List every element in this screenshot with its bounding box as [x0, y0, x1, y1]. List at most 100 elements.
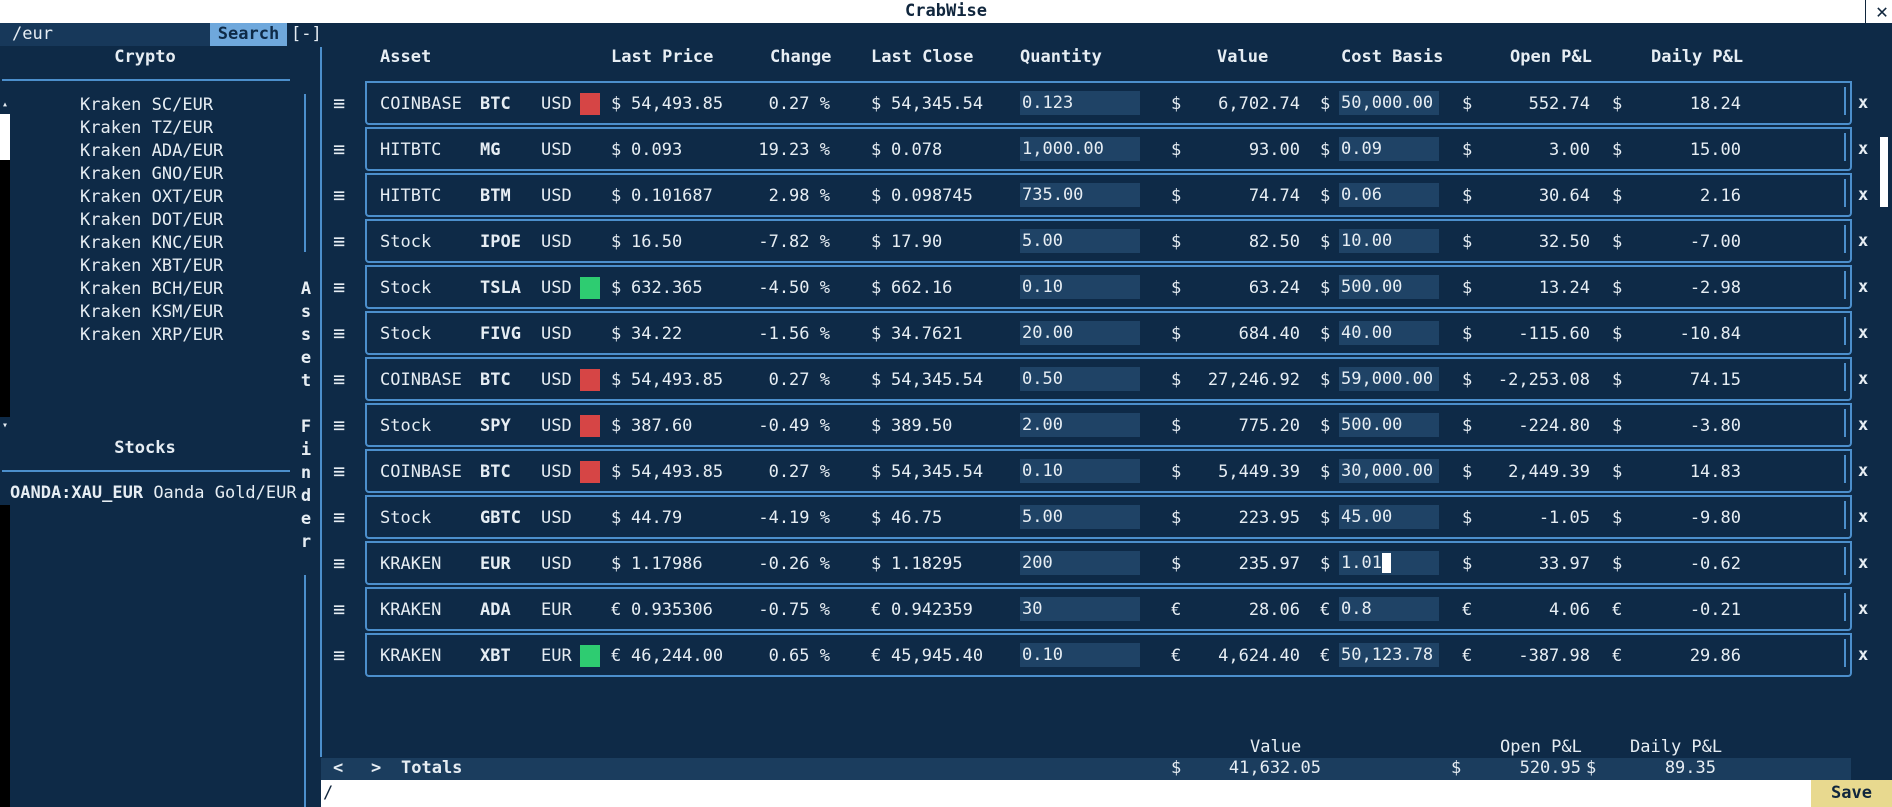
- cost-basis-input[interactable]: 45.00: [1339, 505, 1439, 529]
- daily-pnl: -0.21: [1689, 600, 1741, 620]
- last-close-currency: $: [871, 462, 882, 482]
- value-currency: $: [1171, 232, 1182, 252]
- remove-row-button[interactable]: x: [1858, 139, 1868, 159]
- remove-divider: [1844, 271, 1846, 299]
- remove-row-button[interactable]: x: [1858, 599, 1868, 619]
- drag-handle-icon[interactable]: ≡: [333, 229, 345, 253]
- quantity-input[interactable]: 0.10: [1020, 459, 1140, 483]
- prev-page-button[interactable]: <: [333, 758, 343, 778]
- value: 28.06: [1248, 600, 1300, 620]
- quantity-input[interactable]: 1,000.00: [1020, 137, 1140, 161]
- daily-pnl-currency: $: [1612, 462, 1623, 482]
- header-asset: Asset: [380, 47, 432, 67]
- quantity-input[interactable]: 0.123: [1020, 91, 1140, 115]
- open-pnl: -224.80: [1518, 416, 1590, 436]
- open-pnl: 33.97: [1538, 554, 1590, 574]
- remove-row-button[interactable]: x: [1858, 415, 1868, 435]
- last-close-currency: $: [871, 508, 882, 528]
- drag-handle-icon[interactable]: ≡: [333, 183, 345, 207]
- daily-pnl: 14.83: [1689, 462, 1741, 482]
- currency: USD: [541, 140, 572, 160]
- drag-handle-icon[interactable]: ≡: [333, 505, 345, 529]
- value-currency: $: [1171, 508, 1182, 528]
- drag-handle-icon[interactable]: ≡: [333, 137, 345, 161]
- next-page-button[interactable]: >: [371, 758, 381, 778]
- close-icon[interactable]: ✕: [1876, 0, 1888, 23]
- cost-basis-input[interactable]: 40.00: [1339, 321, 1439, 345]
- cost-basis-input[interactable]: 59,000.00: [1339, 367, 1439, 391]
- remove-row-button[interactable]: x: [1858, 553, 1868, 573]
- search-input[interactable]: /eur: [0, 23, 210, 46]
- drag-handle-icon[interactable]: ≡: [333, 643, 345, 667]
- command-input[interactable]: /: [321, 780, 1811, 807]
- symbol: BTC: [480, 462, 511, 482]
- cost-basis-input[interactable]: 500.00: [1339, 275, 1439, 299]
- quantity-input[interactable]: 2.00: [1020, 413, 1140, 437]
- last-close-currency: €: [871, 600, 882, 620]
- quantity-input[interactable]: 20.00: [1020, 321, 1140, 345]
- header-quantity: Quantity: [1020, 47, 1102, 67]
- daily-pnl: 18.24: [1689, 94, 1741, 114]
- quantity-input[interactable]: 0.10: [1020, 275, 1140, 299]
- cost-basis-input[interactable]: 0.09: [1339, 137, 1439, 161]
- quantity-input[interactable]: 735.00: [1020, 183, 1140, 207]
- quantity-input[interactable]: 5.00: [1020, 505, 1140, 529]
- symbol: GBTC: [480, 508, 521, 528]
- currency: USD: [541, 278, 572, 298]
- drag-handle-icon[interactable]: ≡: [333, 321, 345, 345]
- remove-row-button[interactable]: x: [1858, 277, 1868, 297]
- search-button[interactable]: Search: [210, 23, 287, 46]
- cost-basis-input[interactable]: 30,000.00: [1339, 459, 1439, 483]
- drag-handle-icon[interactable]: ≡: [333, 551, 345, 575]
- drag-handle-icon[interactable]: ≡: [333, 275, 345, 299]
- currency: EUR: [541, 646, 572, 666]
- totals-daily-currency: $: [1586, 758, 1597, 778]
- exchange: Stock: [380, 416, 432, 436]
- cost-basis-value: 59,000.00: [1341, 369, 1434, 389]
- remove-row-button[interactable]: x: [1858, 93, 1868, 113]
- drag-handle-icon[interactable]: ≡: [333, 459, 345, 483]
- collapse-button[interactable]: [-]: [291, 23, 322, 46]
- daily-pnl-currency: $: [1612, 140, 1623, 160]
- remove-row-button[interactable]: x: [1858, 323, 1868, 343]
- remove-row-button[interactable]: x: [1858, 645, 1868, 665]
- open-pnl: -1.05: [1538, 508, 1590, 528]
- crypto-section-title: Crypto: [114, 47, 176, 67]
- cost-basis-input[interactable]: 50,123.78: [1339, 643, 1439, 667]
- cost-basis-value: 1.01: [1341, 553, 1382, 573]
- cost-basis-value: 50,000.00: [1341, 93, 1434, 113]
- drag-handle-icon[interactable]: ≡: [333, 413, 345, 437]
- drag-handle-icon[interactable]: ≡: [333, 367, 345, 391]
- title-bar: CrabWise ✕: [0, 0, 1892, 23]
- last-price-currency: $: [611, 554, 622, 574]
- last-price: 387.60: [631, 416, 693, 436]
- quantity-input[interactable]: 0.50: [1020, 367, 1140, 391]
- daily-pnl: -9.80: [1689, 508, 1741, 528]
- quantity-input[interactable]: 30: [1020, 597, 1140, 621]
- drag-handle-icon[interactable]: ≡: [333, 91, 345, 115]
- cost-basis-input[interactable]: 0.06: [1339, 183, 1439, 207]
- remove-row-button[interactable]: x: [1858, 507, 1868, 527]
- header-last-close: Last Close: [871, 47, 974, 67]
- remove-row-button[interactable]: x: [1858, 231, 1868, 251]
- quantity-input[interactable]: 200: [1020, 551, 1140, 575]
- last-price: 46,244.00: [631, 646, 724, 666]
- cost-basis-input[interactable]: 1.01: [1339, 551, 1439, 575]
- last-price-currency: $: [611, 462, 622, 482]
- remove-divider: [1844, 87, 1846, 115]
- cost-basis-input[interactable]: 0.8: [1339, 597, 1439, 621]
- drag-handle-icon[interactable]: ≡: [333, 597, 345, 621]
- remove-row-button[interactable]: x: [1858, 185, 1868, 205]
- cost-basis-input[interactable]: 50,000.00: [1339, 91, 1439, 115]
- open-pnl-currency: $: [1462, 370, 1473, 390]
- quantity-input[interactable]: 5.00: [1020, 229, 1140, 253]
- currency: USD: [541, 94, 572, 114]
- cost-basis-input[interactable]: 500.00: [1339, 413, 1439, 437]
- remove-row-button[interactable]: x: [1858, 461, 1868, 481]
- quantity-input[interactable]: 0.10: [1020, 643, 1140, 667]
- remove-row-button[interactable]: x: [1858, 369, 1868, 389]
- save-button[interactable]: Save: [1811, 780, 1892, 807]
- last-close: 45,945.40: [891, 646, 984, 666]
- cost-basis-input[interactable]: 10.00: [1339, 229, 1439, 253]
- open-pnl-currency: $: [1462, 140, 1473, 160]
